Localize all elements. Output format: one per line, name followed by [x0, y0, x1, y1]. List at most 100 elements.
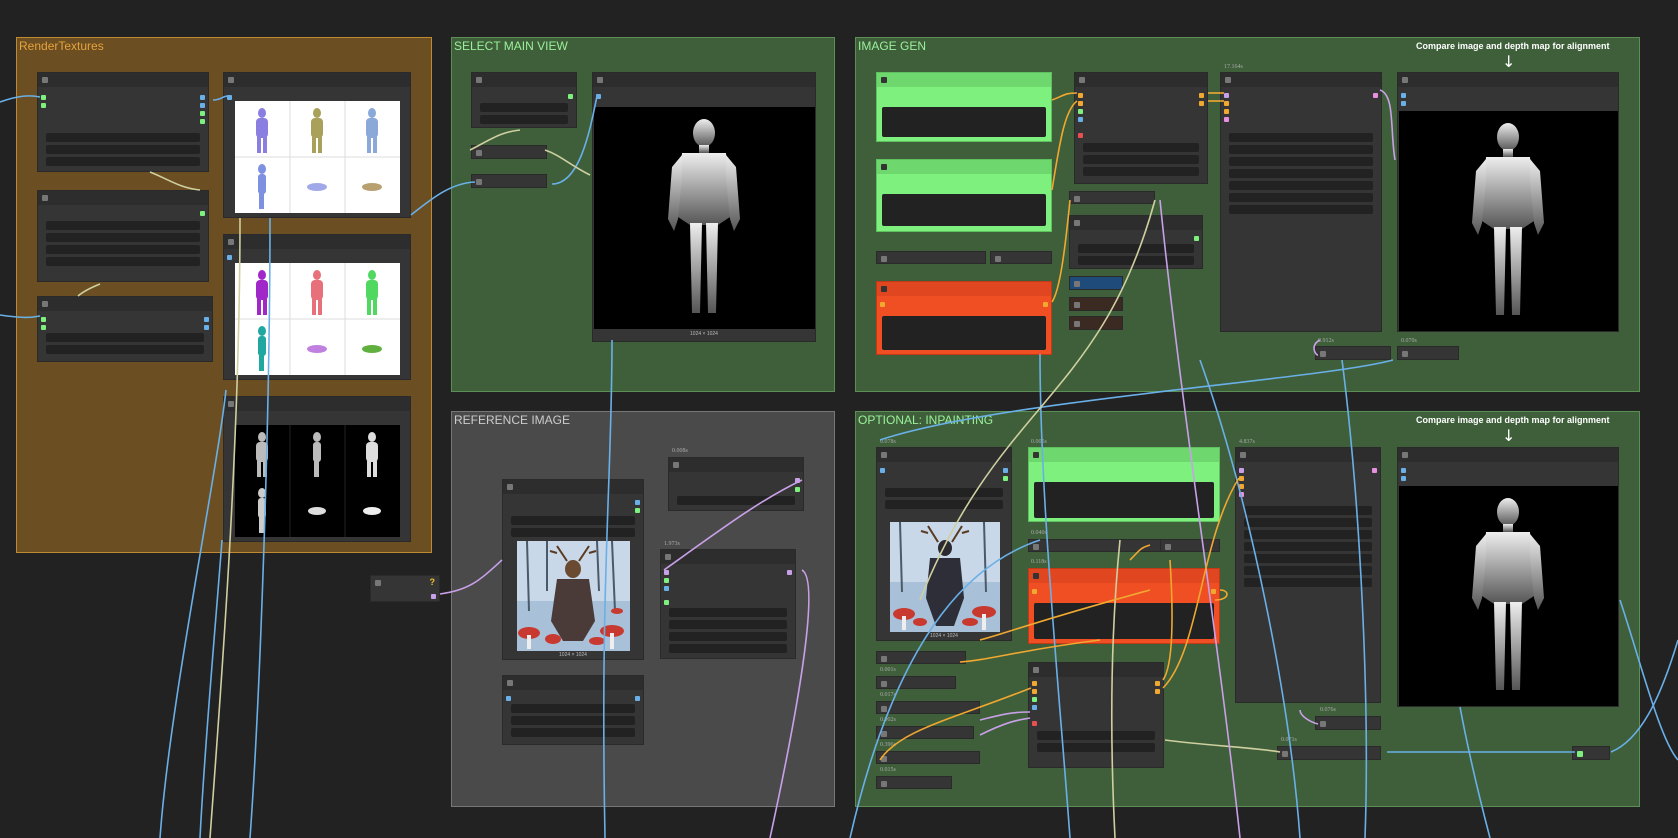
widget-field[interactable]: [669, 620, 787, 629]
widget-field[interactable]: [1083, 155, 1199, 164]
node-save-image[interactable]: [1572, 746, 1610, 760]
collapse-icon[interactable]: [1577, 751, 1583, 757]
output-port[interactable]: [200, 103, 205, 108]
output-port[interactable]: [1003, 476, 1008, 481]
collapse-icon[interactable]: [228, 77, 234, 83]
collapse-icon[interactable]: [1074, 220, 1080, 226]
collapse-icon[interactable]: [881, 781, 887, 787]
node-controlnet-loader[interactable]: [1069, 215, 1203, 269]
node-texture-loader-2[interactable]: [37, 190, 209, 282]
node-header[interactable]: [669, 458, 803, 472]
node-preview-color-maps[interactable]: [223, 234, 411, 380]
widget-field[interactable]: [1083, 143, 1199, 152]
output-port[interactable]: [204, 325, 209, 330]
node-inpaint-ksampler[interactable]: [1235, 447, 1381, 703]
output-port[interactable]: [635, 696, 640, 701]
node-inpaint-positive-prompt[interactable]: [1028, 447, 1220, 522]
node-header[interactable]: [1236, 448, 1380, 462]
input-port[interactable]: [1032, 589, 1037, 594]
output-port[interactable]: [204, 317, 209, 322]
node-header[interactable]: [224, 397, 410, 411]
collapse-icon[interactable]: [1402, 452, 1408, 458]
node-reroute-inp-3[interactable]: [876, 651, 966, 664]
input-port[interactable]: [1032, 697, 1037, 702]
node-preview-depth-maps[interactable]: [223, 396, 411, 542]
input-port[interactable]: [664, 570, 669, 575]
collapse-icon[interactable]: [42, 301, 48, 307]
widget-field[interactable]: [1244, 530, 1372, 539]
node-header[interactable]: [1029, 569, 1219, 583]
node-header[interactable]: [661, 550, 795, 564]
widget-field[interactable]: [46, 145, 200, 154]
input-port[interactable]: [1239, 468, 1244, 473]
output-port[interactable]: [1199, 101, 1204, 106]
widget-field[interactable]: [480, 103, 568, 112]
input-port[interactable]: [506, 696, 511, 701]
collapse-icon[interactable]: [1282, 751, 1288, 757]
node-header[interactable]: [1029, 448, 1219, 462]
node-image-blend[interactable]: [1397, 346, 1459, 360]
input-port[interactable]: [1401, 101, 1406, 106]
node-header[interactable]: [1029, 663, 1163, 677]
input-port[interactable]: [880, 468, 885, 473]
collapse-icon[interactable]: [881, 681, 887, 687]
widget-field[interactable]: [1229, 205, 1373, 214]
output-port[interactable]: [1199, 93, 1204, 98]
node-texture-loader-3[interactable]: [37, 296, 213, 362]
collapse-icon[interactable]: [507, 484, 513, 490]
input-port[interactable]: [1078, 93, 1083, 98]
collapse-icon[interactable]: [1320, 721, 1326, 727]
prompt-textarea[interactable]: [882, 194, 1046, 226]
node-inpaint-preview[interactable]: [1397, 447, 1619, 707]
node-header[interactable]: [38, 297, 212, 311]
node-view-selector[interactable]: [471, 72, 577, 128]
input-port[interactable]: [1239, 492, 1244, 497]
widget-field[interactable]: [46, 221, 200, 230]
input-port[interactable]: [41, 95, 46, 100]
collapse-icon[interactable]: [1165, 544, 1171, 550]
collapse-icon[interactable]: [476, 179, 482, 185]
widget-field[interactable]: [46, 257, 200, 266]
node-header[interactable]: [472, 73, 576, 87]
collapse-icon[interactable]: [1079, 77, 1085, 83]
input-port[interactable]: [596, 94, 601, 99]
collapse-icon[interactable]: [228, 401, 234, 407]
widget-field[interactable]: [480, 115, 568, 124]
output-port[interactable]: [635, 500, 640, 505]
node-style-prompt[interactable]: [876, 159, 1052, 232]
widget-field[interactable]: [1244, 578, 1372, 587]
output-port[interactable]: [568, 94, 573, 99]
widget-field[interactable]: [885, 500, 1003, 509]
node-ipadapter-apply[interactable]: [660, 549, 796, 659]
collapse-icon[interactable]: [1402, 351, 1408, 357]
node-reroute-inp-5[interactable]: [876, 701, 980, 714]
node-reroute-ref[interactable]: ?: [370, 575, 440, 602]
widget-field[interactable]: [46, 233, 200, 242]
input-port[interactable]: [1224, 101, 1229, 106]
collapse-icon[interactable]: [881, 706, 887, 712]
node-reroute-gen-4[interactable]: [1069, 297, 1123, 311]
node-ipadapter-loader[interactable]: [668, 457, 804, 511]
output-port[interactable]: [1003, 468, 1008, 473]
input-port[interactable]: [1032, 721, 1037, 726]
collapse-icon[interactable]: [1402, 77, 1408, 83]
prompt-textarea[interactable]: [1034, 603, 1214, 639]
collapse-icon[interactable]: [1033, 573, 1039, 579]
input-port[interactable]: [41, 325, 46, 330]
node-seed[interactable]: [1069, 276, 1123, 290]
collapse-icon[interactable]: [42, 195, 48, 201]
output-port[interactable]: [1211, 589, 1216, 594]
output-port[interactable]: [431, 594, 436, 599]
node-reroute-gen-5[interactable]: [1069, 316, 1123, 330]
collapse-icon[interactable]: [375, 580, 381, 586]
widget-field[interactable]: [1244, 566, 1372, 575]
output-port[interactable]: [200, 111, 205, 116]
node-inpaint-negative-prompt[interactable]: [1028, 568, 1220, 644]
output-port[interactable]: [1194, 236, 1199, 241]
output-port[interactable]: [1372, 468, 1377, 473]
node-reroute-inp-4[interactable]: [876, 676, 956, 689]
collapse-icon[interactable]: [881, 286, 887, 292]
input-port[interactable]: [41, 317, 46, 322]
node-preview-normal-maps[interactable]: [223, 72, 411, 218]
widget-field[interactable]: [1229, 181, 1373, 190]
